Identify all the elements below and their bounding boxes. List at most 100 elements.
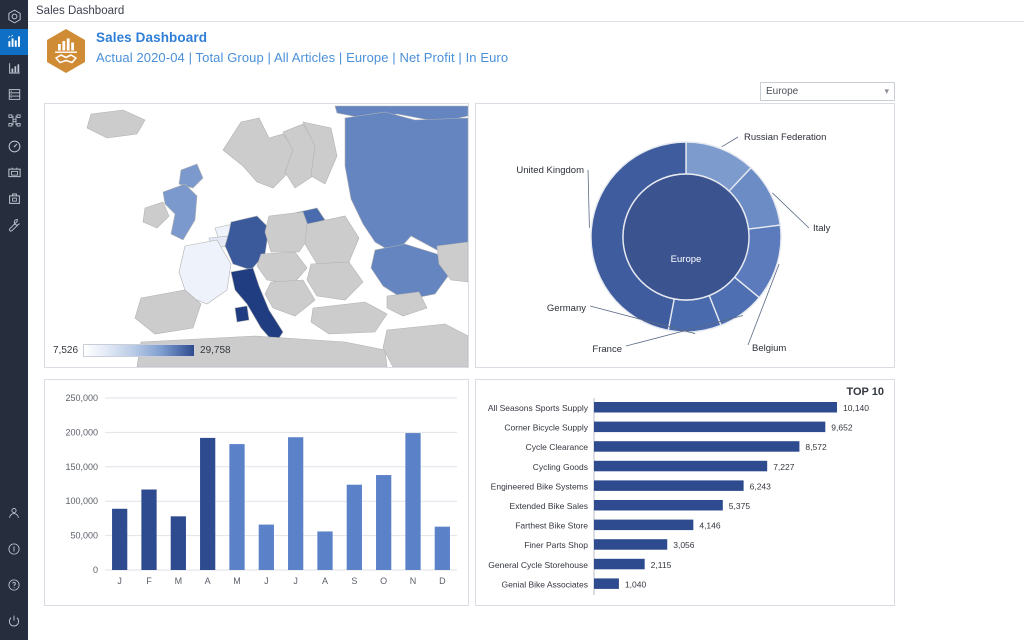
map-legend-min: 7,526: [53, 345, 78, 356]
x-axis-tick-label: M: [175, 576, 183, 586]
top10-bar[interactable]: [594, 520, 693, 531]
power-icon[interactable]: [0, 608, 28, 634]
top10-value-label: 9,652: [831, 423, 853, 433]
wrench-icon[interactable]: [0, 211, 28, 237]
top10-row[interactable]: Genial Bike Associates 1,040: [502, 578, 647, 589]
top10-category-label: Genial Bike Associates: [502, 579, 588, 589]
top10-bar[interactable]: [594, 402, 837, 413]
region-breakdown-donut[interactable]: Russian FederationItalyBelgiumFranceGerm…: [476, 104, 896, 369]
top10-category-label: General Cycle Storehouse: [488, 560, 588, 570]
breadcrumb: Actual 2020-04 | Total Group | All Artic…: [96, 50, 508, 65]
column-bar[interactable]: [347, 485, 362, 570]
top10-row[interactable]: Engineered Bike Systems 6,243: [491, 480, 771, 491]
column-bar[interactable]: [229, 444, 244, 570]
column-y-axis-labels: 050,000100,000150,000200,000250,000: [65, 393, 98, 575]
x-axis-tick-label: D: [439, 576, 446, 586]
column-bar[interactable]: [112, 509, 127, 570]
top10-row[interactable]: All Seasons Sports Supply10,140: [488, 402, 869, 413]
page-title: Sales Dashboard: [96, 30, 508, 45]
column-bar[interactable]: [405, 433, 420, 570]
column-gridlines: [105, 398, 457, 570]
column-bar[interactable]: [141, 490, 156, 570]
top10-bar[interactable]: [594, 422, 825, 433]
briefcase-icon[interactable]: [0, 159, 28, 185]
donut-leader-line: [588, 170, 589, 228]
x-axis-tick-label: N: [410, 576, 417, 586]
sales-dashboard-app: Sales Dashboard Sales Dashboard Actual 2…: [0, 0, 1024, 640]
top10-value-label: 6,243: [750, 481, 772, 491]
top10-category-label: Corner Bicycle Supply: [504, 423, 588, 433]
top10-bar[interactable]: [594, 500, 723, 511]
column-bar[interactable]: [200, 438, 215, 570]
x-axis-tick-label: J: [293, 576, 298, 586]
region-filter-value: Europe: [766, 86, 884, 97]
dashboard-header: Sales Dashboard Actual 2020-04 | Total G…: [28, 22, 1024, 78]
column-bar[interactable]: [259, 525, 274, 570]
map-legend-max: 29,758: [200, 345, 231, 356]
region-breakdown-panel: Russian FederationItalyBelgiumFranceGerm…: [475, 103, 895, 368]
europe-sales-map-panel: 7,526 29,758: [44, 103, 469, 368]
column-bar[interactable]: [317, 531, 332, 570]
donut-segment-label: France: [592, 344, 622, 355]
top10-row[interactable]: Extended Bike Sales5,375: [510, 500, 751, 511]
toolbox-icon[interactable]: [0, 185, 28, 211]
info-icon[interactable]: [0, 536, 28, 562]
column-bar[interactable]: [288, 437, 303, 570]
top10-value-label: 10,140: [843, 403, 869, 413]
top10-row[interactable]: Cycling Goods 7,227: [533, 461, 795, 472]
top10-category-label: Cycle Clearance: [526, 442, 589, 452]
x-axis-tick-label: J: [264, 576, 269, 586]
top10-row[interactable]: Finer Parts Shop 3,056: [524, 539, 695, 550]
help-icon[interactable]: [0, 572, 28, 598]
table-icon[interactable]: [0, 81, 28, 107]
org-chart-icon[interactable]: [0, 107, 28, 133]
top10-bar[interactable]: [594, 480, 744, 491]
x-axis-tick-label: A: [322, 576, 328, 586]
app-logo-icon[interactable]: [0, 3, 28, 29]
x-axis-tick-label: J: [117, 576, 122, 586]
map-legend-gradient: [83, 344, 195, 357]
chevron-down-icon: ▾: [884, 86, 889, 97]
top10-customers-bar-chart[interactable]: All Seasons Sports Supply10,140 Corner Bi…: [476, 380, 894, 605]
gauge-icon[interactable]: [0, 133, 28, 159]
top10-value-label: 3,056: [673, 540, 695, 550]
region-filter-select[interactable]: Europe ▾: [760, 82, 895, 101]
y-axis-tick-label: 150,000: [65, 462, 98, 472]
top10-bar[interactable]: [594, 539, 667, 550]
donut-center-circle[interactable]: [623, 174, 749, 300]
top10-category-label: Finer Parts Shop: [524, 540, 588, 550]
column-bar[interactable]: [435, 527, 450, 570]
top10-rows[interactable]: All Seasons Sports Supply10,140 Corner Bi…: [488, 402, 869, 589]
top10-row[interactable]: Corner Bicycle Supply 9,652: [504, 422, 852, 433]
top10-row[interactable]: Cycle Clearance8,572: [526, 441, 827, 452]
top10-category-label: Extended Bike Sales: [510, 501, 588, 511]
sales-hexagon-icon: [42, 27, 90, 75]
monthly-sales-panel: 050,000100,000150,000200,000250,000 JFMA…: [44, 379, 469, 606]
top10-category-label: Cycling Goods: [533, 462, 588, 472]
user-icon[interactable]: [0, 500, 28, 526]
top10-row[interactable]: Farthest Bike Store4,146: [515, 520, 721, 531]
top10-bar[interactable]: [594, 559, 645, 570]
donut-segment-label: Italy: [813, 223, 831, 234]
donut-segment-label: Russian Federation: [744, 132, 826, 143]
europe-map[interactable]: [45, 104, 468, 367]
top10-bar[interactable]: [594, 441, 799, 452]
column-bar[interactable]: [376, 475, 391, 570]
top10-category-label: Engineered Bike Systems: [491, 481, 588, 491]
top10-bar[interactable]: [594, 578, 619, 589]
top10-value-label: 1,040: [625, 579, 647, 589]
bar-chart-icon[interactable]: [0, 55, 28, 81]
top10-value-label: 7,227: [773, 462, 795, 472]
top10-row[interactable]: General Cycle Storehouse 2,115: [488, 559, 671, 570]
y-axis-tick-label: 50,000: [70, 531, 98, 541]
x-axis-tick-label: O: [380, 576, 387, 586]
dashboard-icon[interactable]: [0, 29, 28, 55]
donut-leader-line: [722, 137, 738, 147]
monthly-sales-column-chart[interactable]: 050,000100,000150,000200,000250,000 JFMA…: [45, 380, 468, 605]
top10-value-label: 2,115: [651, 560, 672, 570]
top10-bar[interactable]: [594, 461, 767, 472]
window-titlebar: Sales Dashboard: [28, 0, 1024, 22]
column-bar[interactable]: [171, 516, 186, 570]
donut-center-label: Europe: [671, 254, 702, 265]
map-legend: 7,526 29,758: [53, 344, 231, 357]
